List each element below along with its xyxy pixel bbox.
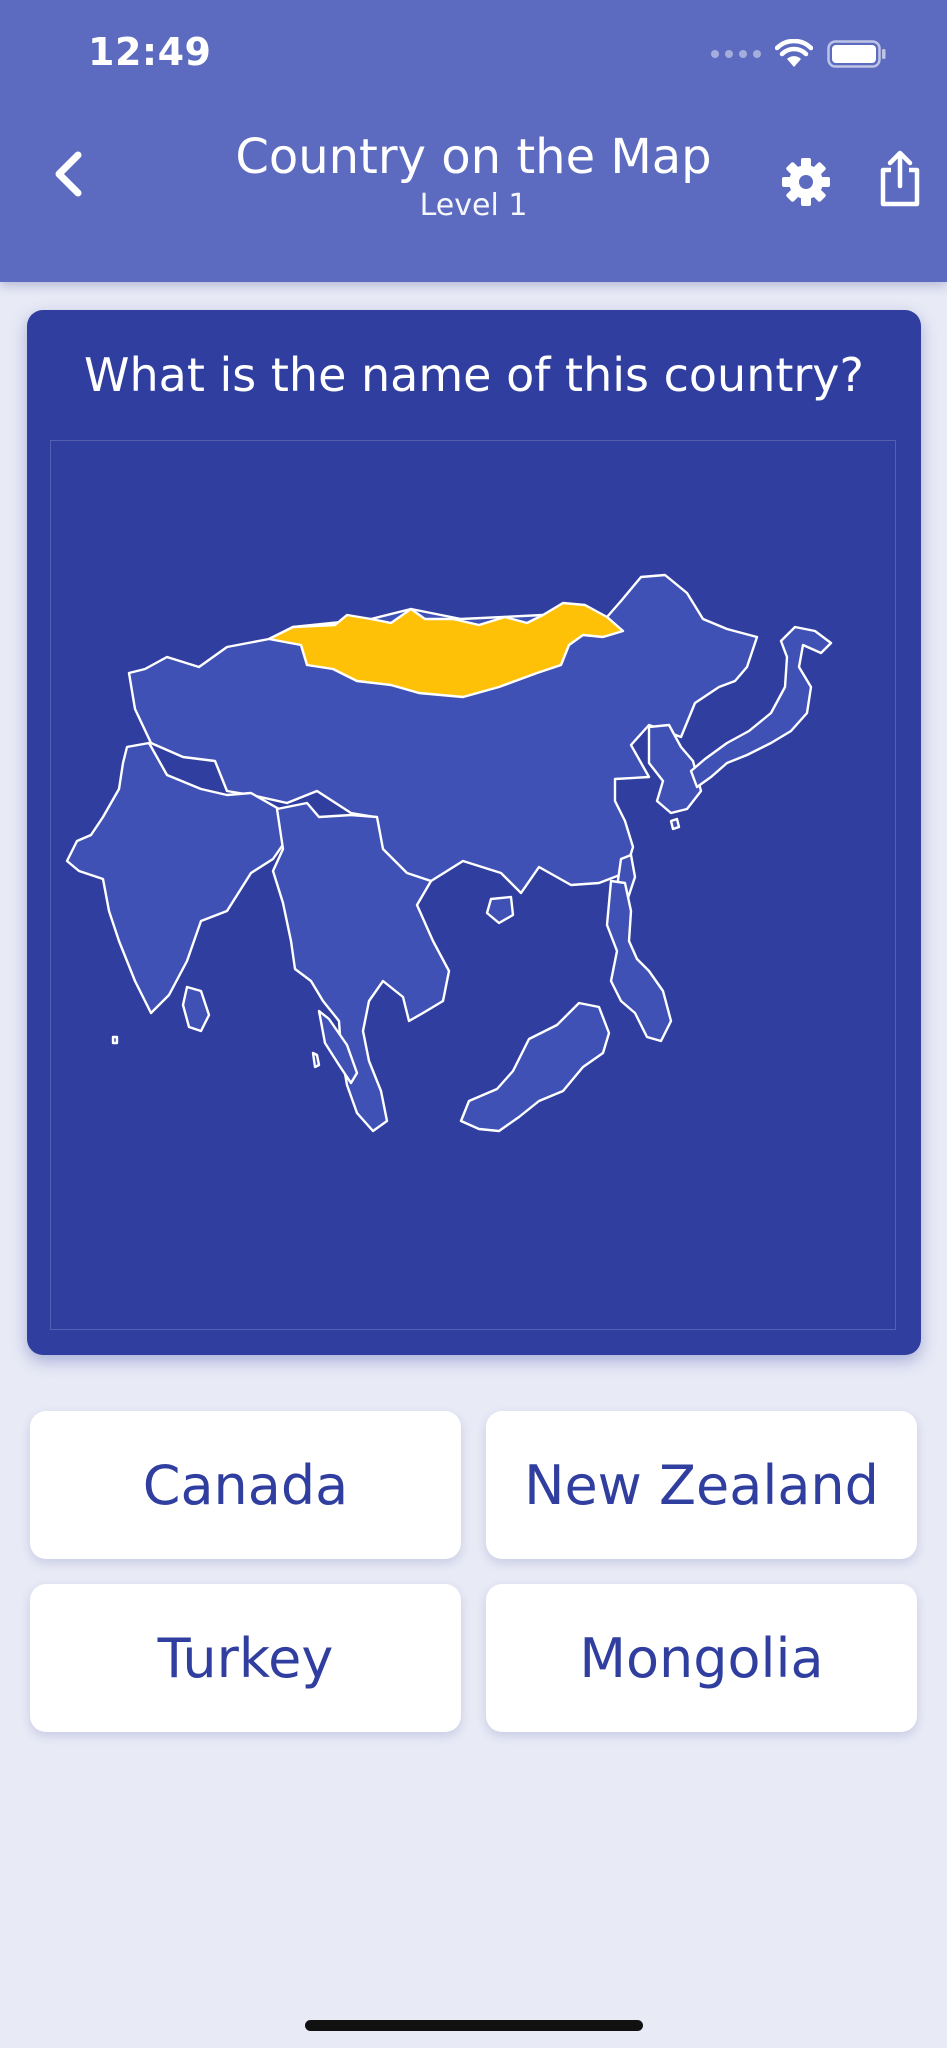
asia-map <box>65 573 833 1133</box>
philippines-region <box>605 879 673 1043</box>
sri-lanka-region <box>181 985 211 1033</box>
maldives-islands <box>111 1035 119 1045</box>
app-header: 12:49 Country on the Map Level 1 <box>0 0 947 282</box>
hainan-region <box>485 895 515 925</box>
gear-icon <box>782 158 830 206</box>
wifi-icon <box>775 39 813 67</box>
map-frame <box>50 440 896 1330</box>
back-button[interactable] <box>36 142 100 206</box>
page-title: Country on the Map <box>235 129 712 185</box>
borneo-region <box>459 1001 611 1133</box>
question-card: What is the name of this country? <box>27 310 921 1355</box>
title-block: Country on the Map Level 1 <box>180 128 767 224</box>
share-icon <box>880 150 920 207</box>
home-indicator <box>305 2020 643 2031</box>
status-time: 12:49 <box>88 30 212 74</box>
ryukyu-islands <box>669 817 681 831</box>
answer-option-1[interactable]: Canada <box>30 1411 461 1559</box>
quiz-screen: 12:49 Country on the Map Level 1 What is… <box>0 0 947 2048</box>
andaman-islands <box>311 1051 321 1069</box>
cellular-signal-icon <box>711 50 761 58</box>
battery-icon <box>827 40 886 68</box>
answer-option-4[interactable]: Mongolia <box>486 1584 917 1732</box>
answer-option-2[interactable]: New Zealand <box>486 1411 917 1559</box>
settings-button[interactable] <box>776 152 836 212</box>
level-subtitle: Level 1 <box>419 188 528 223</box>
answer-option-3[interactable]: Turkey <box>30 1584 461 1732</box>
chevron-left-icon <box>55 151 82 197</box>
share-button[interactable] <box>870 146 930 212</box>
status-icons <box>711 36 887 72</box>
question-text: What is the name of this country? <box>84 348 864 402</box>
